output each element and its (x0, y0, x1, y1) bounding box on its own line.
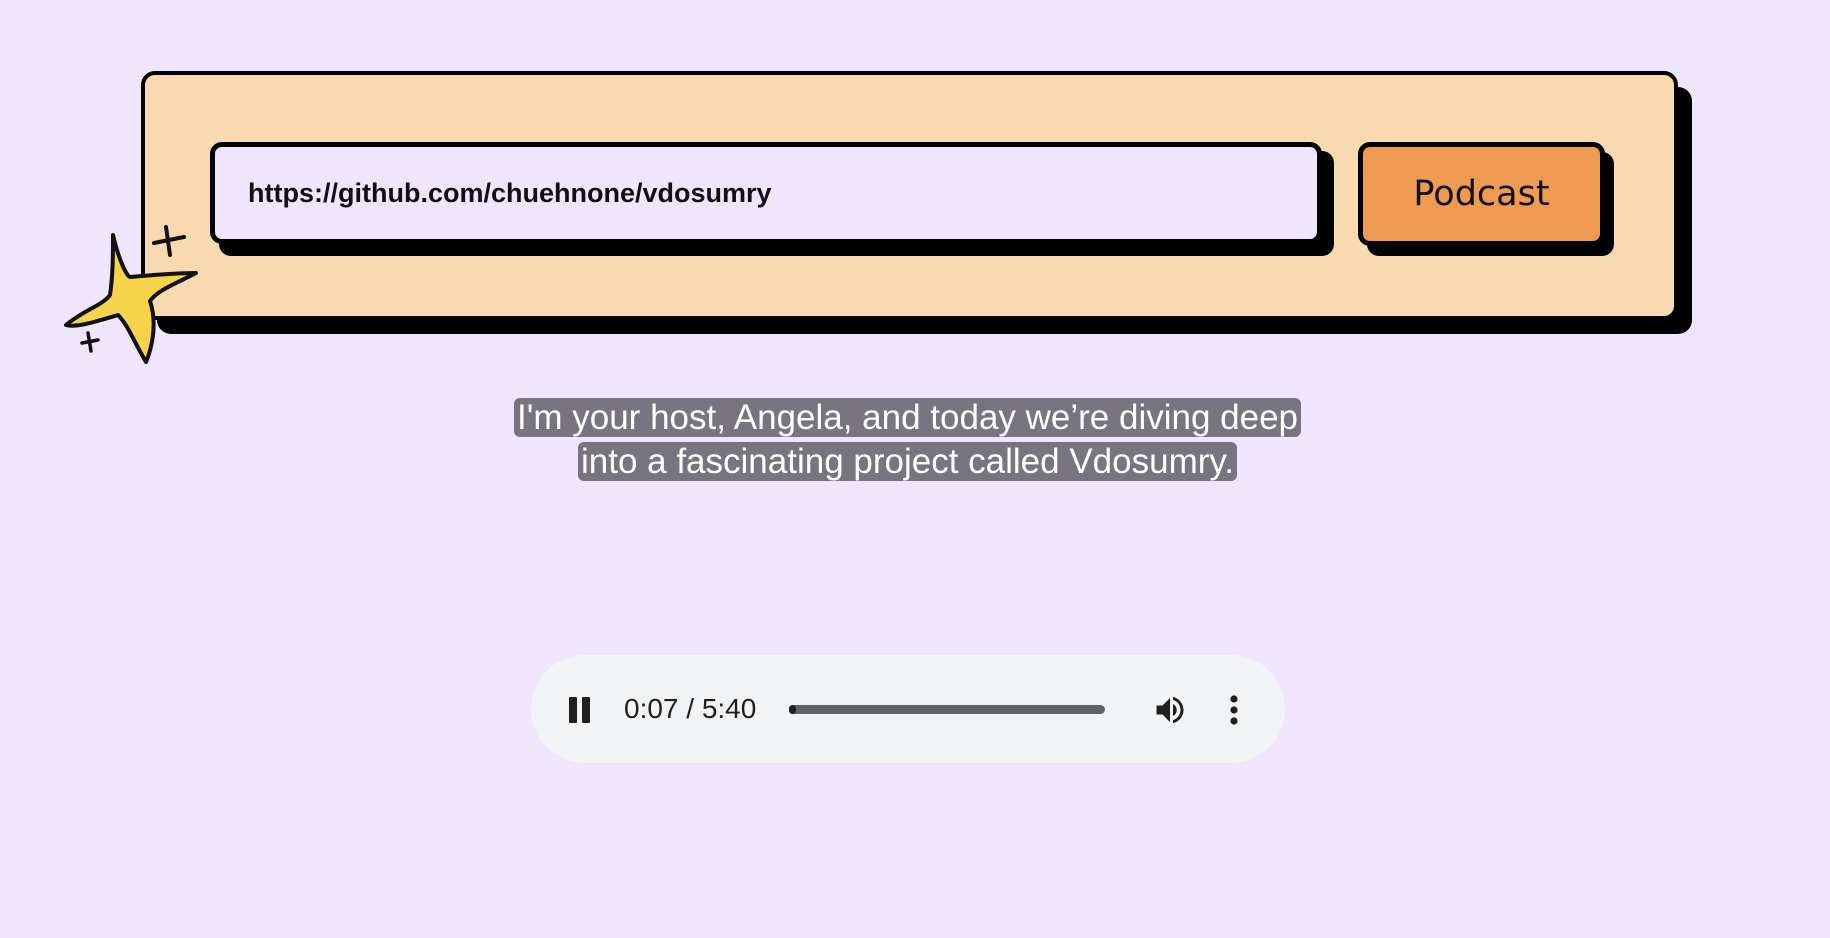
more-vert-icon[interactable] (1220, 692, 1248, 728)
transcript-caption: I'm your host, Angela, and today we’re d… (500, 396, 1315, 484)
volume-icon[interactable] (1152, 692, 1188, 728)
caption-text: I'm your host, Angela, and today we’re d… (513, 398, 1302, 481)
podcast-button[interactable]: Podcast (1358, 142, 1605, 246)
pause-icon[interactable] (566, 697, 592, 723)
seek-bar-progress (789, 705, 796, 714)
seek-bar[interactable] (789, 705, 1105, 714)
sparkle-star-icon (64, 225, 198, 364)
time-display: 0:07 / 5:40 (624, 693, 757, 724)
url-input[interactable] (210, 142, 1322, 244)
